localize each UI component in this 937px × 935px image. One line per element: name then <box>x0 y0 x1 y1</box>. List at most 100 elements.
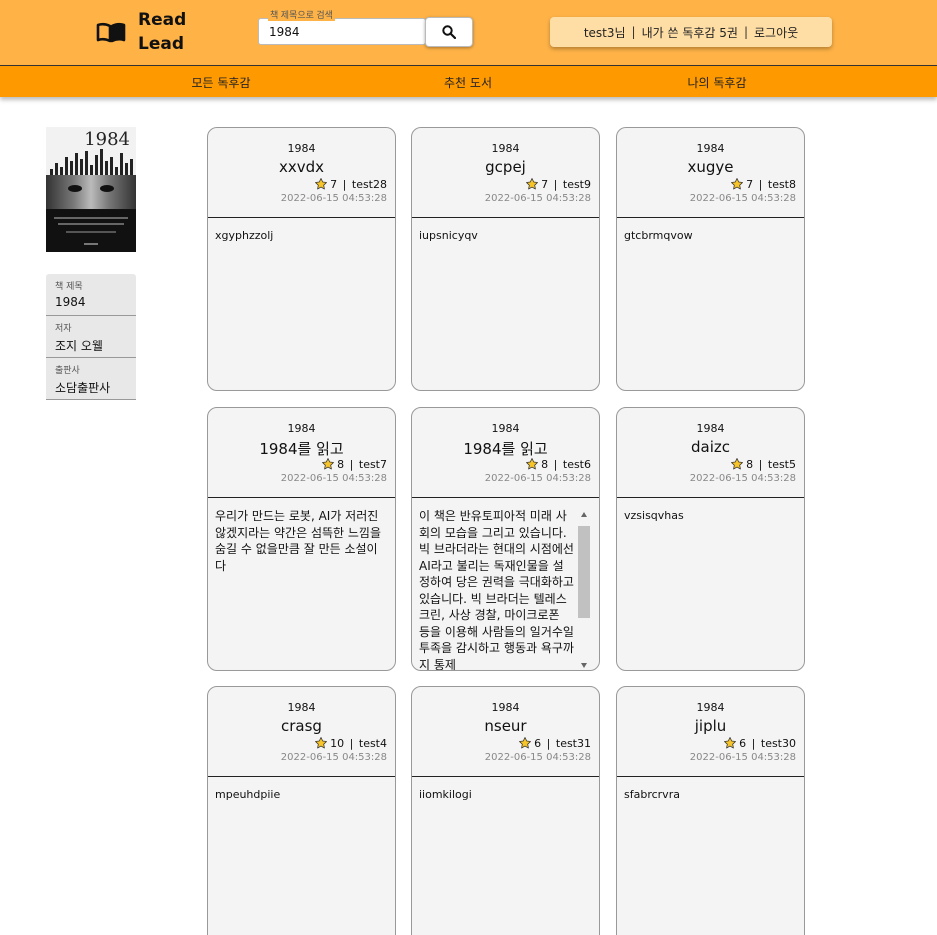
review-card[interactable]: 1984 daizc 8 | test5 2022-06-15 04:53:28 vzs… <box>616 407 805 671</box>
review-body-scroll[interactable]: 이 책은 반유토피아적 미래 사회의 모습을 그리고 있습니다. 빅 브라더라는… <box>419 508 592 671</box>
scrollbar[interactable] <box>578 512 590 668</box>
book-title-field: 책 제목 1984 <box>46 274 136 316</box>
review-body: iiomkilogi <box>412 777 599 803</box>
field-label: 출판사 <box>55 366 80 376</box>
meta-separator: | <box>550 177 561 191</box>
review-meta: 10 | test4 <box>314 736 387 750</box>
review-rating: 6 <box>739 736 747 750</box>
star-icon <box>731 458 744 470</box>
review-card[interactable]: 1984 xxvdx 7 | test28 2022-06-15 04:53:28 xg… <box>207 127 396 391</box>
review-author: test28 <box>351 177 387 191</box>
review-title: xugye <box>687 158 734 176</box>
field-label: 저자 <box>55 324 72 334</box>
review-meta: 8 | test7 <box>321 457 387 471</box>
review-date: 2022-06-15 04:53:28 <box>689 193 796 204</box>
my-review-count-link[interactable]: 내가 쓴 독후감 5권 <box>642 24 738 41</box>
review-body-text: sfabrcrvra <box>624 788 680 801</box>
field-label: 책 제목 <box>55 282 83 292</box>
field-value: 1984 <box>55 295 86 309</box>
review-body: 우리가 만드는 로봇, AI가 저러진 않겠지라는 약간은 섬뜩한 느낌을 숨길… <box>208 498 395 574</box>
review-card-header: 1984 jiplu 6 | test30 2022-06-15 04:53:28 <box>617 687 804 777</box>
scroll-down-arrow[interactable] <box>581 663 587 668</box>
review-meta: 6 | test31 <box>518 736 591 750</box>
review-card[interactable]: 1984 jiplu 6 | test30 2022-06-15 04:53:28 sf… <box>616 686 805 935</box>
review-rating: 7 <box>330 177 338 191</box>
review-book-title: 1984 <box>491 701 520 714</box>
review-title: nseur <box>484 717 527 735</box>
review-date: 2022-06-15 04:53:28 <box>484 473 591 484</box>
logo-line1: Read <box>138 10 187 30</box>
review-rating: 8 <box>746 457 754 471</box>
review-card-header: 1984 xxvdx 7 | test28 2022-06-15 04:53:28 <box>208 128 395 218</box>
meta-separator: | <box>346 457 357 471</box>
star-icon <box>526 178 539 190</box>
review-date: 2022-06-15 04:53:28 <box>484 193 591 204</box>
nav-item-recommended-books[interactable]: 추천 도서 <box>444 74 492 91</box>
star-icon <box>724 737 737 749</box>
review-card[interactable]: 1984 xugye 7 | test8 2022-06-15 04:53:28 gtc… <box>616 127 805 391</box>
review-book-title: 1984 <box>287 142 316 155</box>
review-rating: 8 <box>541 457 549 471</box>
review-book-title: 1984 <box>287 701 316 714</box>
review-body-text: iupsnicyqv <box>419 229 478 242</box>
review-date: 2022-06-15 04:53:28 <box>280 752 387 763</box>
review-body[interactable]: 이 책은 반유토피아적 미래 사회의 모습을 그리고 있습니다. 빅 브라더라는… <box>412 498 599 671</box>
review-card[interactable]: 1984 1984를 읽고 8 | test7 2022-06-15 04:53:28… <box>207 407 396 671</box>
review-meta: 8 | test6 <box>525 457 591 471</box>
review-title: 1984를 읽고 <box>463 440 548 458</box>
review-body-text: vzsisqvhas <box>624 509 684 522</box>
review-date: 2022-06-15 04:53:28 <box>689 473 796 484</box>
search-input[interactable] <box>258 18 426 45</box>
scroll-up-arrow[interactable] <box>581 512 587 517</box>
separator: | <box>743 25 748 39</box>
book-icon <box>96 22 126 43</box>
logo-text: Read Lead <box>138 8 186 56</box>
logout-link[interactable]: 로그아웃 <box>754 24 798 41</box>
nav-item-my-reviews[interactable]: 나의 독후감 <box>687 74 746 91</box>
search-button[interactable] <box>425 17 473 47</box>
review-meta: 6 | test30 <box>723 736 796 750</box>
review-card-header: 1984 1984를 읽고 8 | test6 2022-06-15 04:53:28 <box>412 408 599 498</box>
logo[interactable]: Read Lead <box>96 8 186 56</box>
review-card[interactable]: 1984 crasg 10 | test4 2022-06-15 04:53:28 mp… <box>207 686 396 935</box>
review-card[interactable]: 1984 gcpej 7 | test9 2022-06-15 04:53:28 iup… <box>411 127 600 391</box>
review-card-header: 1984 1984를 읽고 8 | test7 2022-06-15 04:53:28 <box>208 408 395 498</box>
review-book-title: 1984 <box>491 422 520 435</box>
review-body: mpeuhdpiie <box>208 777 395 803</box>
review-meta: 7 | test28 <box>314 177 387 191</box>
review-title: crasg <box>281 717 322 735</box>
nav-bar: 모든 독후감 추천 도서 나의 독후감 <box>0 66 937 97</box>
meta-separator: | <box>543 736 554 750</box>
review-card[interactable]: 1984 nseur 6 | test31 2022-06-15 04:53:28 ii… <box>411 686 600 935</box>
review-rating: 10 <box>330 736 345 750</box>
review-rating: 8 <box>337 457 345 471</box>
review-title: daizc <box>690 438 730 456</box>
review-rating: 7 <box>746 177 754 191</box>
review-author: test7 <box>358 457 387 471</box>
review-title: jiplu <box>694 717 727 735</box>
review-card[interactable]: 1984 1984를 읽고 8 | test6 2022-06-15 04:53:28… <box>411 407 600 671</box>
review-body-text: 이 책은 반유토피아적 미래 사회의 모습을 그리고 있습니다. 빅 브라더라는… <box>419 509 574 671</box>
review-rating: 7 <box>541 177 549 191</box>
review-title: 1984를 읽고 <box>259 440 344 458</box>
review-rating: 6 <box>534 736 542 750</box>
review-date: 2022-06-15 04:53:28 <box>280 193 387 204</box>
review-meta: 7 | test9 <box>525 177 591 191</box>
review-card-header: 1984 daizc 8 | test5 2022-06-15 04:53:28 <box>617 408 804 498</box>
review-body-text: 우리가 만드는 로봇, AI가 저러진 않겠지라는 약간은 섬뜩한 느낌을 숨길… <box>215 509 382 573</box>
book-author-field: 저자 조지 오웰 <box>46 316 136 358</box>
review-author: test4 <box>358 736 387 750</box>
logo-line2: Lead <box>138 34 185 54</box>
meta-separator: | <box>550 457 561 471</box>
review-meta: 8 | test5 <box>730 457 796 471</box>
review-author: test5 <box>767 457 796 471</box>
star-icon <box>322 458 335 470</box>
review-book-title: 1984 <box>696 422 725 435</box>
review-body: vzsisqvhas <box>617 498 804 524</box>
review-book-title: 1984 <box>696 142 725 155</box>
nav-item-all-reviews[interactable]: 모든 독후감 <box>191 74 250 91</box>
scroll-thumb[interactable] <box>578 526 590 618</box>
review-date: 2022-06-15 04:53:28 <box>484 752 591 763</box>
review-title: xxvdx <box>278 158 325 176</box>
search-label: 책 제목으로 검색 <box>268 8 335 21</box>
